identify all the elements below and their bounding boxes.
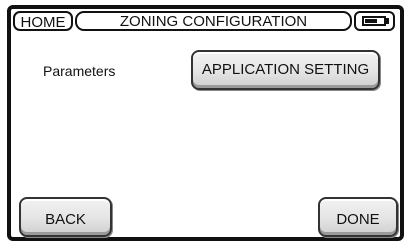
application-setting-button[interactable]: APPLICATION SETTING xyxy=(191,50,380,90)
done-button[interactable]: DONE xyxy=(318,197,398,237)
battery-fill xyxy=(365,19,377,23)
page-title: ZONING CONFIGURATION xyxy=(75,11,352,31)
parameters-label: Parameters xyxy=(43,63,116,79)
home-button[interactable]: HOME xyxy=(13,11,73,31)
back-button[interactable]: BACK xyxy=(19,197,112,237)
battery-icon xyxy=(362,16,386,26)
battery-tip xyxy=(386,18,389,24)
screen-frame: HOME ZONING CONFIGURATION Parameters APP… xyxy=(7,5,404,241)
battery-status xyxy=(354,11,395,31)
